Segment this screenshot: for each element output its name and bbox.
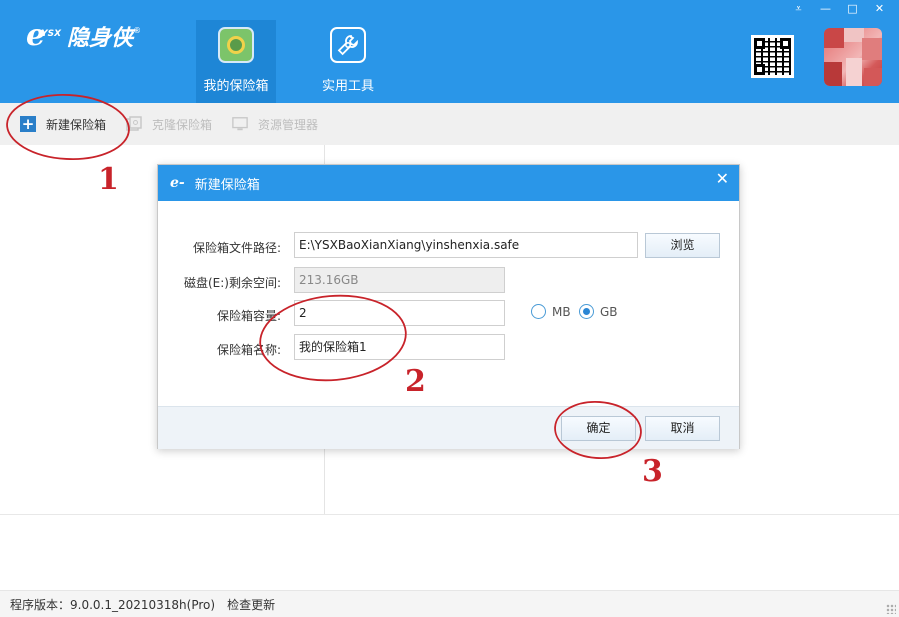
cancel-button[interactable]: 取消 — [645, 416, 720, 441]
capacity-label: 保险箱容量: — [216, 309, 281, 323]
clone-icon — [126, 116, 142, 132]
toolbar: + 新建保险箱 克隆保险箱 资源管理器 — [0, 103, 899, 145]
safe-name-label: 保险箱名称: — [216, 343, 281, 357]
disk-space-label: 磁盘(E:)剩余空间: — [183, 276, 281, 290]
radio-circle — [531, 304, 546, 319]
path-field[interactable]: E:\YSXBaoXianXiang\yinshenxia.safe — [294, 232, 638, 258]
new-safe-label: 新建保险箱 — [46, 117, 107, 132]
window-close-button[interactable]: ✕ — [866, 0, 893, 17]
tab-tools-label: 实用工具 — [321, 79, 374, 94]
disk-space-field: 213.16GB — [294, 267, 505, 293]
app-logo: e YSX 隐身侠 ® — [26, 20, 141, 52]
tab-tools[interactable]: 实用工具 — [308, 20, 388, 103]
annotation-number-2: 2 — [405, 364, 426, 399]
capacity-field[interactable]: 2 — [294, 300, 505, 326]
dropdown-menu-icon[interactable]: ⩡ — [785, 0, 812, 17]
dialog-body: 保险箱文件路径: E:\YSXBaoXianXiang\yinshenxia.s… — [158, 201, 739, 406]
clone-safe-label: 克隆保险箱 — [152, 117, 213, 132]
logo-ysx: YSX — [41, 29, 62, 39]
new-safe-button[interactable]: + 新建保险箱 — [20, 116, 106, 133]
logo-registered-mark: ® — [133, 25, 142, 35]
new-safe-dialog: e- 新建保险箱 ✕ 保险箱文件路径: E:\YSXBaoXianXiang\y… — [157, 164, 740, 449]
dialog-title: 新建保险箱 — [194, 177, 260, 193]
version-text: 程序版本：9.0.0.1_20210318h(Pro) — [10, 597, 216, 612]
user-avatar[interactable] — [824, 28, 882, 86]
annotation-number-3: 3 — [642, 454, 663, 489]
safe-icon — [218, 27, 254, 63]
unit-gb-label: GB — [600, 304, 618, 319]
annotation-number-1: 1 — [98, 162, 119, 197]
logo-name: 隐身侠 — [67, 26, 134, 51]
safe-name-field[interactable]: 我的保险箱1 — [294, 334, 505, 360]
ok-button[interactable]: 确定 — [561, 416, 636, 441]
status-bar: 程序版本：9.0.0.1_20210318h(Pro) 检查更新 — [0, 590, 899, 617]
dialog-close-button[interactable]: ✕ — [716, 169, 729, 188]
dialog-titlebar: e- 新建保险箱 ✕ — [158, 165, 739, 201]
radio-circle-checked — [579, 304, 594, 319]
main-bottom-divider — [0, 514, 899, 515]
unit-mb-radio[interactable]: MB — [531, 304, 571, 319]
unit-gb-radio[interactable]: GB — [579, 304, 618, 319]
check-update-link[interactable]: 检查更新 — [227, 596, 275, 613]
resource-manager-button[interactable]: 资源管理器 — [232, 116, 318, 133]
resource-manager-label: 资源管理器 — [258, 117, 319, 132]
plus-icon: + — [20, 114, 36, 133]
window-controls: ⩡ — □ ✕ — [785, 0, 893, 17]
minimize-button[interactable]: — — [812, 0, 839, 17]
resize-grip-icon[interactable] — [886, 604, 896, 614]
qr-code[interactable] — [751, 35, 794, 78]
clone-safe-button[interactable]: 克隆保险箱 — [126, 116, 212, 133]
browse-button[interactable]: 浏览 — [645, 233, 720, 258]
tools-icon — [330, 27, 366, 63]
monitor-icon — [232, 116, 248, 132]
path-label: 保险箱文件路径: — [192, 241, 281, 255]
tab-my-safe[interactable]: 我的保险箱 — [196, 20, 276, 103]
tab-my-safe-label: 我的保险箱 — [203, 79, 269, 94]
dialog-footer: 确定 取消 — [158, 406, 739, 449]
app-header: e YSX 隐身侠 ® 我的保险箱 实用工具 ⩡ — □ ✕ — [0, 0, 899, 103]
maximize-button[interactable]: □ — [839, 0, 866, 17]
unit-mb-label: MB — [552, 304, 571, 319]
dialog-logo-icon: e- — [170, 175, 185, 191]
